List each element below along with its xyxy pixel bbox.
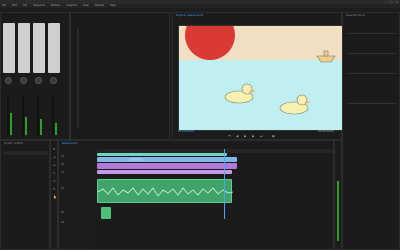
divider xyxy=(77,29,79,129)
menu-window[interactable]: Window xyxy=(95,4,104,8)
menu-edit[interactable]: Edit xyxy=(12,4,17,8)
level-meter-3 xyxy=(40,119,42,135)
source-monitor-tabs xyxy=(71,13,169,18)
right-panel-tabs: Essential Sound xyxy=(343,13,399,18)
channel-3-display xyxy=(33,23,45,73)
slip-tool-icon[interactable]: ⇔ xyxy=(53,179,56,183)
menu-sequence[interactable]: Sequence xyxy=(33,4,45,8)
video-clip-v1[interactable] xyxy=(97,163,237,169)
divider-4 xyxy=(347,103,397,104)
project-panel: Project: Untitled xyxy=(0,140,50,250)
pan-knob-4[interactable] xyxy=(50,77,57,84)
playhead[interactable] xyxy=(224,149,225,219)
step-forward-icon[interactable]: ▶ xyxy=(252,134,254,138)
duck-icon xyxy=(224,83,256,104)
menu-markers[interactable]: Markers xyxy=(51,4,61,8)
menu-file[interactable]: File xyxy=(2,4,6,8)
source-monitor-panel xyxy=(70,12,170,140)
track-headers: V3 V2 V1 A1 A2 A3 xyxy=(59,149,95,249)
pan-knob-1[interactable] xyxy=(5,77,12,84)
track-v1-label[interactable]: V1 xyxy=(61,171,64,174)
export-frame-icon[interactable]: ▣ xyxy=(272,134,275,138)
video-clip-v3[interactable] xyxy=(97,153,227,156)
pen-tool-icon[interactable]: ✎ xyxy=(53,187,56,191)
video-frame xyxy=(178,25,345,131)
boat-icon xyxy=(316,50,336,63)
channel-1-display xyxy=(3,23,15,73)
video-clip-v1b[interactable] xyxy=(97,170,232,174)
divider-3 xyxy=(347,73,397,74)
level-meter-4 xyxy=(55,123,57,135)
razor-tool-icon[interactable]: ✂ xyxy=(53,171,56,175)
pan-knob-2[interactable] xyxy=(20,77,27,84)
timeline-panel: Sequence 01 V3 V2 V1 A1 A2 A3 xyxy=(58,140,334,250)
channel-4-display xyxy=(48,23,60,73)
track-v2-label[interactable]: V2 xyxy=(61,163,64,166)
level-meter-1 xyxy=(10,113,12,135)
timecode-right: 00:00:00:00 xyxy=(318,130,334,133)
level-meter-2 xyxy=(25,117,27,135)
menu-help[interactable]: Help xyxy=(110,4,115,8)
go-to-out-icon[interactable]: ⏭ xyxy=(260,134,263,138)
play-icon[interactable]: ▶ xyxy=(244,134,246,138)
go-to-in-icon[interactable]: ⏮ xyxy=(228,134,231,138)
hand-tool-icon[interactable]: ✋ xyxy=(53,195,57,199)
audio-mixer-panel xyxy=(0,12,70,140)
tab-program[interactable]: Program: Sequence 01 xyxy=(176,13,203,18)
track-a3-label[interactable]: A3 xyxy=(61,221,64,224)
program-monitor-tabs: Program: Sequence 01 xyxy=(173,13,341,18)
audio-meters-panel xyxy=(334,140,342,250)
program-monitor-panel: Program: Sequence 01 00:00:00:00 00:00:0… xyxy=(172,12,345,140)
water-area xyxy=(179,60,344,130)
timecode-left: 00:00:00:00 xyxy=(178,130,194,133)
video-clip-v2b[interactable] xyxy=(129,158,143,161)
duck-icon-2 xyxy=(279,94,311,115)
tools-panel: ➤ ⇥ ⇹ ✂ ⇔ ✎ ✋ xyxy=(50,140,58,250)
channel-2-display xyxy=(18,23,30,73)
step-back-icon[interactable]: ◀ xyxy=(236,134,238,138)
track-a2-label[interactable]: A2 xyxy=(61,211,64,214)
divider-2 xyxy=(347,53,397,54)
selection-tool-icon[interactable]: ➤ xyxy=(53,147,56,151)
menu-bar: File Edit Clip Sequence Markers Graphics… xyxy=(0,4,400,8)
fader-4[interactable] xyxy=(52,95,54,135)
track-select-icon[interactable]: ⇥ xyxy=(53,155,56,159)
audio-mixer-tabs xyxy=(1,13,69,18)
program-controls: 00:00:00:00 00:00:00:00 ⏮ ◀ ▶ ▶ ⏭ ▣ xyxy=(178,130,343,139)
fader-2[interactable] xyxy=(22,95,24,135)
menu-clip[interactable]: Clip xyxy=(23,4,28,8)
menu-graphics[interactable]: Graphics xyxy=(66,4,77,8)
audio-clip-a1[interactable] xyxy=(97,179,233,203)
audio-clip-a2[interactable] xyxy=(101,207,111,219)
fader-1[interactable] xyxy=(7,95,9,135)
waveform xyxy=(98,187,233,197)
right-side-panel: Essential Sound xyxy=(342,12,400,250)
project-tabs: Project: Untitled xyxy=(1,141,49,146)
tab-sequence[interactable]: Sequence 01 xyxy=(62,141,78,146)
track-v3-label[interactable]: V3 xyxy=(61,155,64,158)
menu-view[interactable]: View xyxy=(83,4,89,8)
track-a1-label[interactable]: A1 xyxy=(61,187,64,190)
ripple-edit-icon[interactable]: ⇹ xyxy=(53,163,56,167)
master-meter xyxy=(337,181,339,241)
divider-1 xyxy=(347,33,397,34)
project-search[interactable] xyxy=(4,151,48,155)
fader-3[interactable] xyxy=(37,95,39,135)
timeline-tabs: Sequence 01 xyxy=(59,141,333,146)
tab-essential-sound[interactable]: Essential Sound xyxy=(346,13,365,18)
pan-knob-3[interactable] xyxy=(35,77,42,84)
tab-project[interactable]: Project: Untitled xyxy=(4,141,23,146)
video-clip-v2[interactable] xyxy=(97,157,237,162)
